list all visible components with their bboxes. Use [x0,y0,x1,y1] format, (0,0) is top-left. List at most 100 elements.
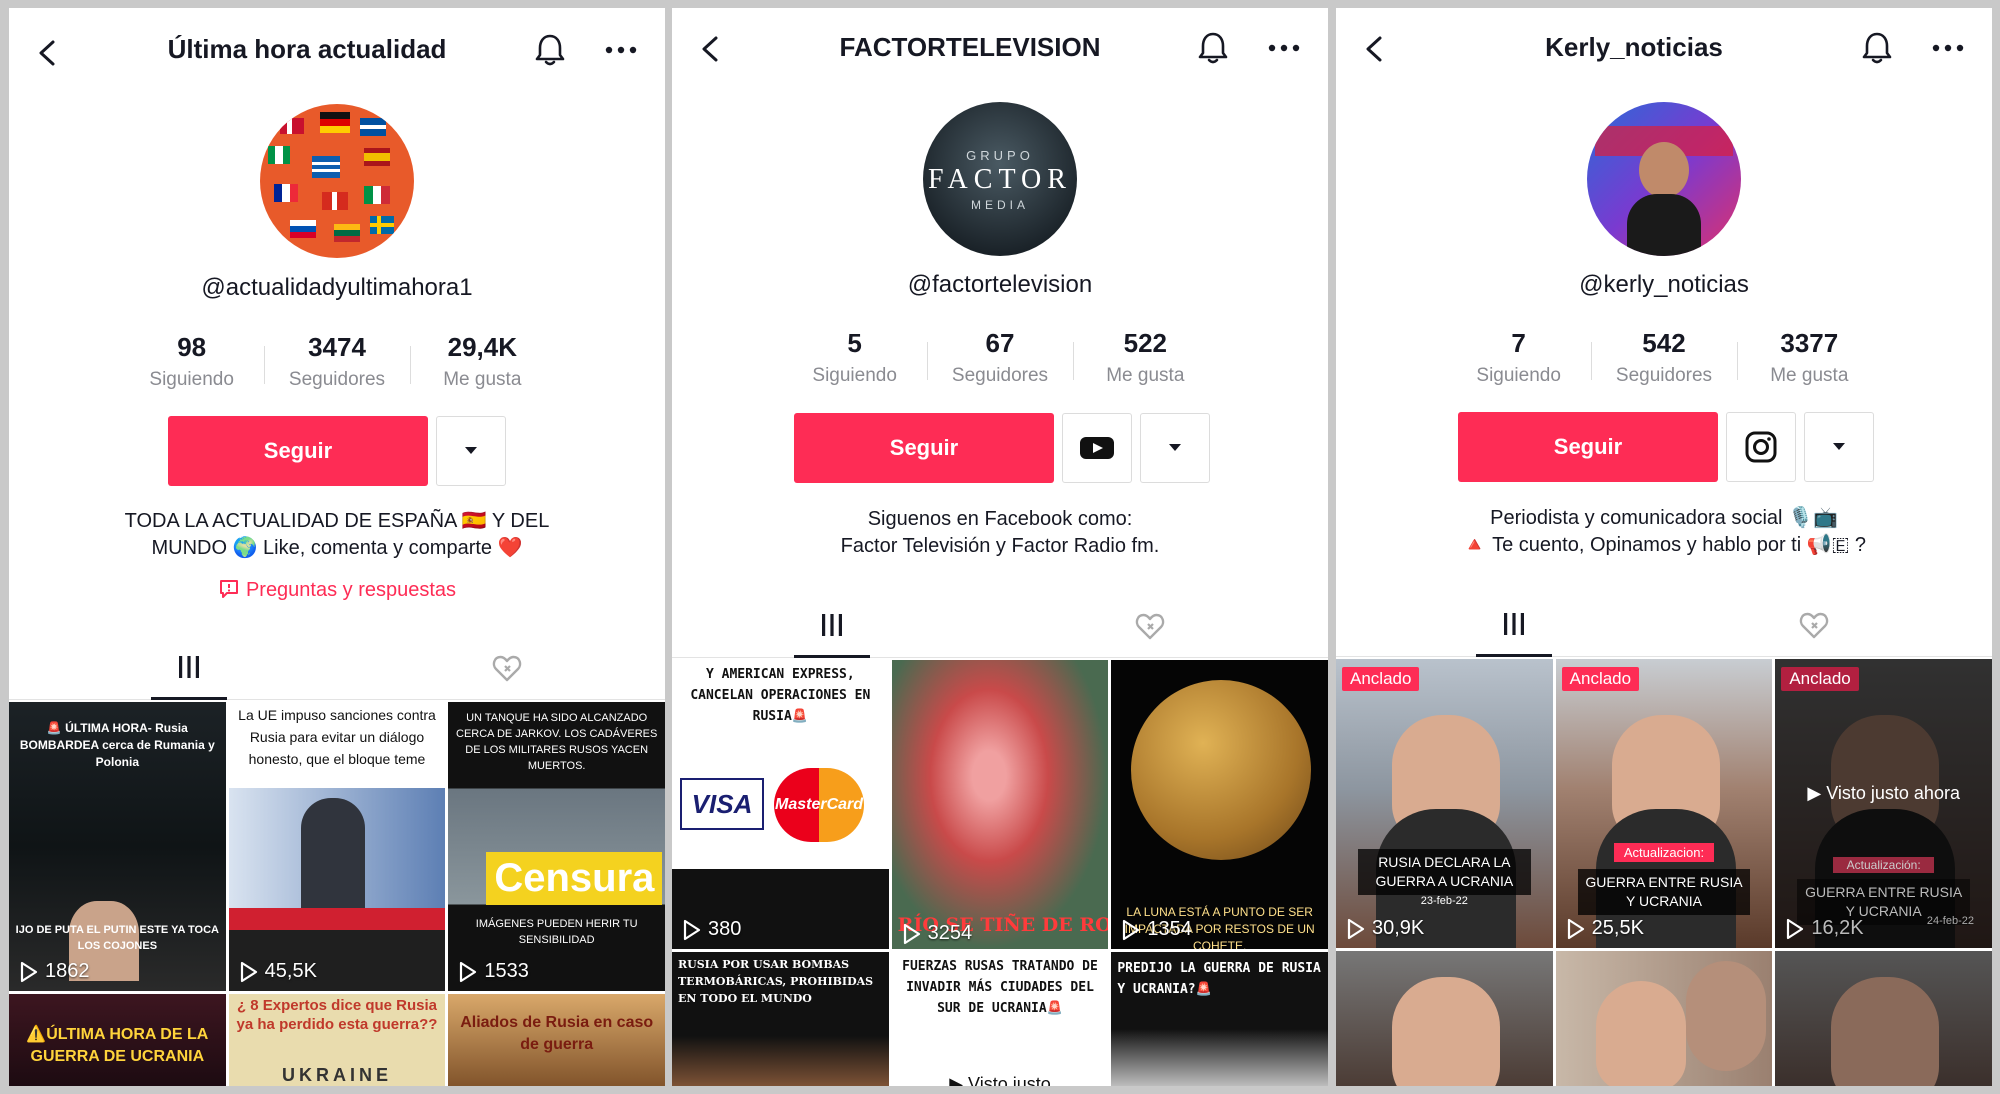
more-icon[interactable] [1926,30,1970,66]
video-thumbnail[interactable] [1336,951,1553,1086]
moon-image [1131,680,1312,860]
video-thumbnail[interactable]: PREDIJO LA GUERRA DE RUSIA Y UCRANIA?🚨 [1111,952,1328,1086]
play-icon [240,961,257,982]
video-overlay-text: 🚨 ÚLTIMA HORA- Rusia BOMBARDEA cerca de … [19,721,215,769]
more-options-button[interactable] [436,416,506,486]
stat-followers[interactable]: 542 Seguidores [1591,328,1736,398]
caret-down-icon [1169,444,1181,451]
stat-followers[interactable]: 67 Seguidores [927,328,1072,398]
stat-followers[interactable]: 3474 Seguidores [264,332,409,402]
caret-down-icon [1833,443,1845,450]
stat-following[interactable]: 5 Siguiendo [782,328,927,398]
profile-stats: 5 Siguiendo 67 Seguidores 522 Me gusta [782,328,1218,398]
video-thumbnail[interactable]: LA LUNA ESTÁ A PUNTO DE SER IMPACTADA PO… [1111,660,1328,949]
presenter-face [1392,977,1500,1086]
content-tabs [9,636,665,700]
profile-header: Última hora actualidad [9,8,665,98]
view-count-value: 16,2K [1811,917,1864,939]
view-count-value: 3254 [927,922,973,944]
stat-number: 67 [985,328,1015,358]
stat-likes: 3377 Me gusta [1736,328,1882,398]
video-grid: 🚨 ÚLTIMA HORA- Rusia BOMBARDEA cerca de … [9,702,665,1086]
stat-following[interactable]: 98 Siguiendo [119,332,264,402]
video-overlay-text: FUERZAS RUSAS TRATANDO DE INVADIR MÁS CI… [897,952,1103,1023]
avatar[interactable] [1587,102,1741,256]
video-thumbnail[interactable]: Anclado Actualizacion: GUERRA ENTRE RUSI… [1555,659,1773,948]
video-thumbnail[interactable]: Y AMERICAN EXPRESS, CANCELAN OPERACIONES… [672,660,889,949]
bell-icon[interactable] [531,30,569,70]
avatar-face [1639,142,1689,198]
back-icon[interactable] [694,32,728,66]
view-count-value: 1533 [484,960,529,982]
presenter-face [1595,981,1686,1086]
more-options-button[interactable] [1140,413,1210,483]
tab-liked[interactable] [469,636,545,700]
video-overlay-text: PREDIJO LA GUERRA DE RUSIA Y UCRANIA?🚨 [1117,961,1321,997]
video-overlay-text: La UE impuso sanciones contra Rusia para… [234,702,440,774]
view-count-value: 30,9K [1372,917,1425,939]
liked-videos-icon [1799,612,1829,639]
bio-line: MUNDO 🌍 Like, comenta y comparte ❤️ [151,537,523,559]
stat-following[interactable]: 7 Siguiendo [1446,328,1591,398]
tab-videos[interactable] [1476,593,1552,657]
video-overlay-text: ⚠️ÚLTIMA HORA DE LA GUERRA DE UCRANIA [26,1026,209,1065]
video-grid: Y AMERICAN EXPRESS, CANCELAN OPERACIONES… [672,660,1328,1086]
bio-line: Factor Televisión y Factor Radio fm. [840,535,1160,557]
profile-title: Última hora actualidad [167,34,447,64]
visa-logo: VISA [680,778,764,830]
youtube-icon [1080,437,1114,459]
play-icon [1787,918,1804,939]
tab-liked[interactable] [1112,594,1188,658]
action-buttons: Seguir [168,416,506,486]
video-thumbnail[interactable] [1775,951,1992,1086]
video-thumbnail[interactable]: Anclado ▶ Visto justo ahora Actualizació… [1775,659,1992,948]
follow-button[interactable]: Seguir [1458,412,1718,482]
follow-button[interactable]: Seguir [794,413,1054,483]
video-thumbnail[interactable]: ⚠️ÚLTIMA HORA DE LA GUERRA DE UCRANIA [9,994,226,1086]
stat-label: Me gusta [1106,365,1185,386]
avatar-text: MEDIA [970,198,1029,212]
video-thumbnail[interactable]: RUSIA POR USAR BOMBAS TERMOBÁRICAS, PROH… [672,952,889,1086]
youtube-link-button[interactable] [1062,413,1132,483]
profile-stats: 7 Siguiendo 542 Seguidores 3377 Me gusta [1446,328,1882,398]
play-icon [1347,918,1365,939]
video-thumbnail[interactable]: ¿ 8 Expertos dice que Rusia ya ha perdid… [228,994,446,1086]
more-options-button[interactable] [1804,412,1874,482]
video-thumbnail[interactable]: Aliados de Rusia en caso de guerra [448,994,665,1086]
view-count-value: 45,5K [264,960,317,982]
video-thumbnail[interactable]: La UE impuso sanciones contra Rusia para… [228,702,446,991]
pinned-badge: Anclado [1561,667,1640,691]
video-thumbnail[interactable]: FUERZAS RUSAS TRATANDO DE INVADIR MÁS CI… [891,952,1109,1086]
tab-videos[interactable] [151,636,227,700]
stat-label: Seguidores [288,369,386,390]
instagram-link-button[interactable] [1726,412,1796,482]
follow-button[interactable]: Seguir [168,416,428,486]
avatar[interactable] [260,104,414,258]
more-icon[interactable] [1262,30,1306,66]
bio-line: 🔺 Te cuento, Opinamos y hablo por ti 📢🇪 … [1462,534,1866,556]
avatar-text: GRUPO [966,148,1034,163]
bell-icon[interactable] [1194,28,1232,68]
pinned-badge: Anclado [1342,667,1420,691]
more-icon[interactable] [599,32,643,68]
video-thumbnail[interactable]: UN TANQUE HA SIDO ALCANZADO CERCA DE JAR… [448,702,665,991]
video-thumbnail[interactable] [1555,951,1773,1086]
qa-link[interactable]: Preguntas y respuestas [9,578,665,602]
video-overlay-text: Aliados de Rusia en caso de guerra [460,1014,654,1053]
bio: Siguenos en Facebook como: Factor Televi… [692,506,1308,560]
tab-videos[interactable] [794,594,870,658]
back-icon[interactable] [1358,32,1392,66]
play-icon [683,919,701,940]
view-count-value: 25,5K [1591,917,1644,939]
stat-number: 29,4K [447,332,518,362]
profile-panel-factortelevision: FACTORTELEVISION GRUPO FACTOR MEDIA @fac… [672,8,1328,1086]
video-thumbnail[interactable]: RÍO SE TIÑE DE ROJO EN PL 3254 [891,660,1109,949]
username: @kerly_noticias [1579,271,1749,298]
back-icon[interactable] [31,36,65,70]
tab-liked[interactable] [1776,593,1852,657]
view-count: 16,2K [1785,917,1864,940]
video-thumbnail[interactable]: Anclado RUSIA DECLARA LA GUERRA A UCRANI… [1336,659,1553,948]
video-thumbnail[interactable]: 🚨 ÚLTIMA HORA- Rusia BOMBARDEA cerca de … [9,702,226,991]
avatar[interactable]: GRUPO FACTOR MEDIA [923,102,1077,256]
bell-icon[interactable] [1858,28,1896,68]
